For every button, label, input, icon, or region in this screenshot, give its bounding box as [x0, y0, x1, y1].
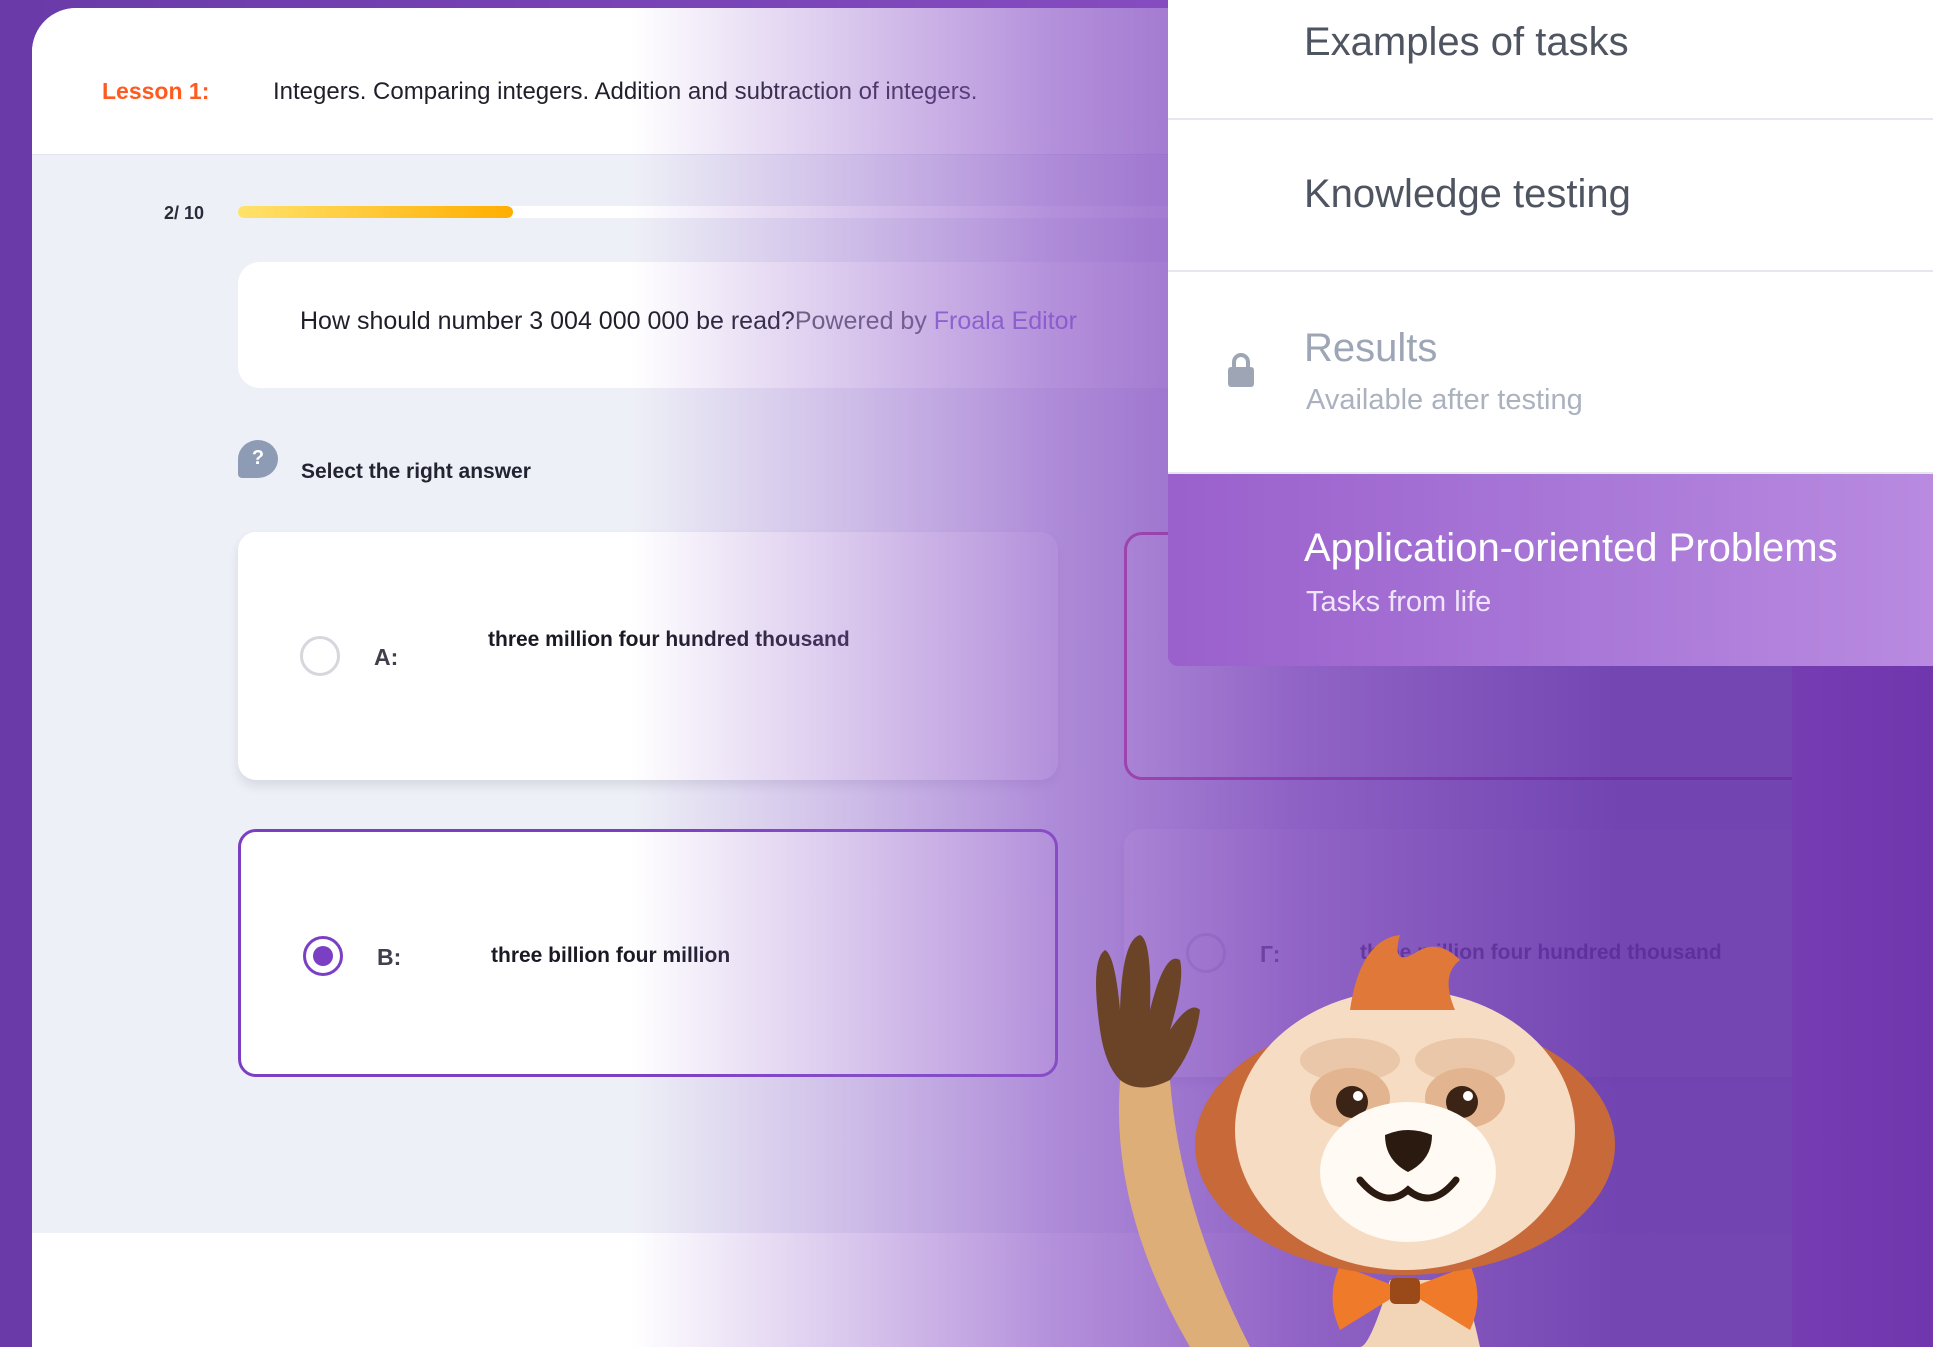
lock-icon — [1228, 353, 1254, 387]
meerkat-mascot-image — [1096, 935, 1615, 1347]
menu-item-title: Knowledge testing — [1304, 172, 1631, 216]
radio-button-selected[interactable] — [303, 936, 343, 976]
answer-option-b[interactable]: B: three billion four million — [238, 829, 1058, 1077]
radio-button[interactable] — [300, 636, 340, 676]
menu-item-title: Examples of tasks — [1304, 20, 1629, 64]
lesson-title: Integers. Comparing integers. Addition a… — [273, 78, 978, 105]
menu-item-title: Application-oriented Problems — [1304, 526, 1838, 570]
progress-fill — [238, 206, 513, 218]
question-bubble-icon: ? — [238, 440, 278, 478]
menu-item-subtitle: Tasks from life — [1306, 586, 1492, 618]
answer-option-a[interactable]: A: three million four hundred thousand — [238, 532, 1058, 780]
option-letter: A: — [374, 644, 399, 670]
powered-by-label: Powered by — [794, 307, 934, 335]
option-text: three billion four million — [491, 944, 731, 967]
menu-item-application-problems[interactable]: Application-oriented Problems Tasks from… — [1168, 474, 1933, 666]
question-body: How should number 3 004 000 000 be read? — [300, 307, 795, 335]
lesson-section-menu: Examples of tasks Knowledge testing Resu… — [1168, 0, 1933, 666]
froala-editor-link[interactable]: Froala Editor — [934, 307, 1077, 335]
instruction-text: Select the right answer — [301, 460, 531, 483]
option-letter: B: — [377, 944, 402, 970]
progress-counter: 2/ 10 — [164, 203, 205, 223]
option-text: three million four hundred thousand — [488, 628, 850, 651]
menu-item-subtitle: Available after testing — [1306, 384, 1583, 416]
menu-item-results: Results Available after testing — [1168, 272, 1933, 474]
question-text: How should number 3 004 000 000 be read?… — [300, 307, 1077, 336]
menu-item-knowledge-testing[interactable]: Knowledge testing — [1168, 120, 1933, 272]
lesson-number: Lesson 1: — [102, 78, 210, 104]
menu-item-examples[interactable]: Examples of tasks — [1168, 0, 1933, 120]
menu-item-title: Results — [1304, 326, 1438, 370]
